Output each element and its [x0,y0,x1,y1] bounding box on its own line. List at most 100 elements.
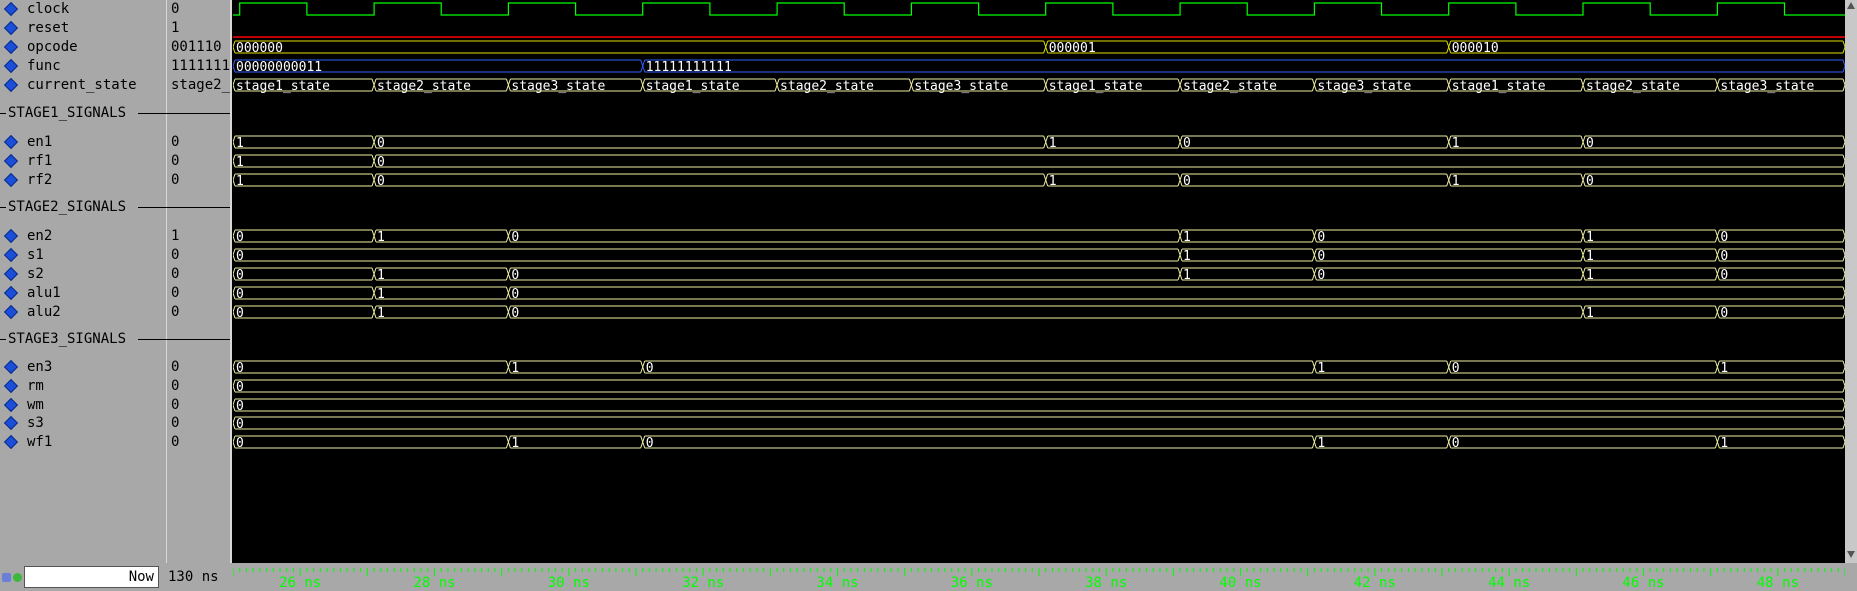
wave-s1: 0 1 0 1 0 [233,248,1845,264]
wave-func: 00000000011 11111111111 [233,59,1845,75]
bus-segment [233,398,1845,412]
signal-diamond-icon [3,39,19,55]
signal-value: 0 [171,134,180,150]
signal-value: stage2_ [171,77,231,93]
bus-segment [507,360,644,374]
wave-rf1: 10 [233,154,1845,170]
bus-segment [1045,40,1450,54]
signal-name: rm [27,378,44,394]
bus-segment [1179,135,1450,149]
bus-segment [1582,173,1845,187]
bus-segment [1313,267,1584,281]
signal-name: alu1 [27,285,61,301]
signal-diamond-icon [3,304,19,320]
bus-segment [373,229,509,243]
bus-segment [1179,229,1315,243]
bus-segment [373,154,1845,168]
bus-value: 1 [1452,174,1460,189]
scroll-down-icon[interactable] [1846,549,1856,559]
signal-name: wf1 [27,434,53,450]
bus-value: 0 [511,287,519,302]
signal-row-current-state[interactable]: current_state [0,76,166,95]
group-label: STAGE2_SIGNALS [8,199,127,215]
bus-segment [1716,305,1845,319]
signal-row-func[interactable]: func [0,57,166,76]
bus-value: 1 [1317,361,1325,376]
bus-value: 1 [377,268,385,283]
signal-row-en1[interactable]: en1 [0,133,166,152]
bus-value: 0 [377,136,385,151]
signal-row-reset[interactable]: reset [0,19,166,38]
bus-value: 1 [1452,136,1460,151]
signal-row-s3[interactable]: s3 [0,414,166,433]
time-label: 48 ns [1757,575,1799,591]
group-header[interactable]: STAGE3_SIGNALS [0,330,230,349]
signal-row-wm[interactable]: wm [0,396,166,415]
bus-value: stage1_state [646,79,740,94]
vertical-scrollbar[interactable] [1845,0,1857,591]
signal-name: rf1 [27,153,53,169]
bus-value: 1 [1049,174,1057,189]
add-icon[interactable] [13,573,22,582]
signal-row-rf1[interactable]: rf1 [0,152,166,171]
bus-segment [1179,248,1315,262]
bus-value: 0 [1452,436,1460,451]
signal-row-rf2[interactable]: rf2 [0,171,166,190]
time-label: 38 ns [1085,575,1127,591]
signal-row-en3[interactable]: en3 [0,358,166,377]
bus-segment [507,229,1181,243]
signal-diamond-icon [3,1,19,17]
bus-segment [373,135,1047,149]
bus-segment [1716,229,1845,243]
signal-row-s1[interactable]: s1 [0,246,166,265]
bus-value: 1 [1317,436,1325,451]
bus-segment [642,59,1845,73]
signal-value: 0 [171,397,180,413]
wave-icon[interactable] [2,573,11,582]
signal-name: alu2 [27,304,61,320]
bus-segment [1313,248,1584,262]
bus-segment [1313,360,1450,374]
group-label: STAGE3_SIGNALS [8,331,127,347]
signal-row-alu2[interactable]: alu2 [0,303,166,322]
signal-row-s2[interactable]: s2 [0,265,166,284]
bus-segment [233,40,1047,54]
bus-value: 0 [511,306,519,321]
toolbar-icons [2,571,24,585]
bus-segment [233,173,375,187]
bus-value: 0 [1183,136,1191,151]
bus-value: stage1_state [1049,79,1143,94]
signal-diamond-icon [3,134,19,150]
bus-value: 0 [236,436,244,451]
bus-segment [507,286,1845,300]
bus-segment [1582,229,1718,243]
time-label: 42 ns [1354,575,1396,591]
bus-segment [1448,173,1584,187]
signal-row-en2[interactable]: en2 [0,227,166,246]
signal-row-rm[interactable]: rm [0,377,166,396]
signal-diamond-icon [3,359,19,375]
bus-value: 0 [1317,249,1325,264]
signal-row-clock[interactable]: clock [0,0,166,19]
divider [0,339,6,340]
signal-name: en2 [27,228,53,244]
signal-row-wf1[interactable]: wf1 [0,433,166,452]
signal-row-opcode[interactable]: opcode [0,38,166,57]
time-ruler[interactable]: 26 ns 28 ns 30 ns 32 ns 34 ns 36 ns 38 ns 40 ns… [233,565,1845,591]
signal-diamond-icon [3,20,19,36]
group-header[interactable]: STAGE1_SIGNALS [0,104,230,123]
signal-value: 1111111 [171,58,231,74]
signal-row-alu1[interactable]: alu1 [0,284,166,303]
scroll-up-icon[interactable] [1846,1,1856,11]
bus-segment [233,416,1845,430]
bus-value: 0 [1452,361,1460,376]
wave-wf1: 0 1 0 1 0 1 [233,435,1845,451]
bus-segment [1448,135,1584,149]
bus-value: 0 [236,249,244,264]
waveform-area[interactable]: 000000 000001 00001000000000011 11111111111… [233,0,1845,563]
bus-value: 1 [236,174,244,189]
bus-segment [233,379,1845,393]
bus-value: stage2_state [780,79,874,94]
group-header[interactable]: STAGE2_SIGNALS [0,198,230,217]
bus-value: 0 [236,287,244,302]
